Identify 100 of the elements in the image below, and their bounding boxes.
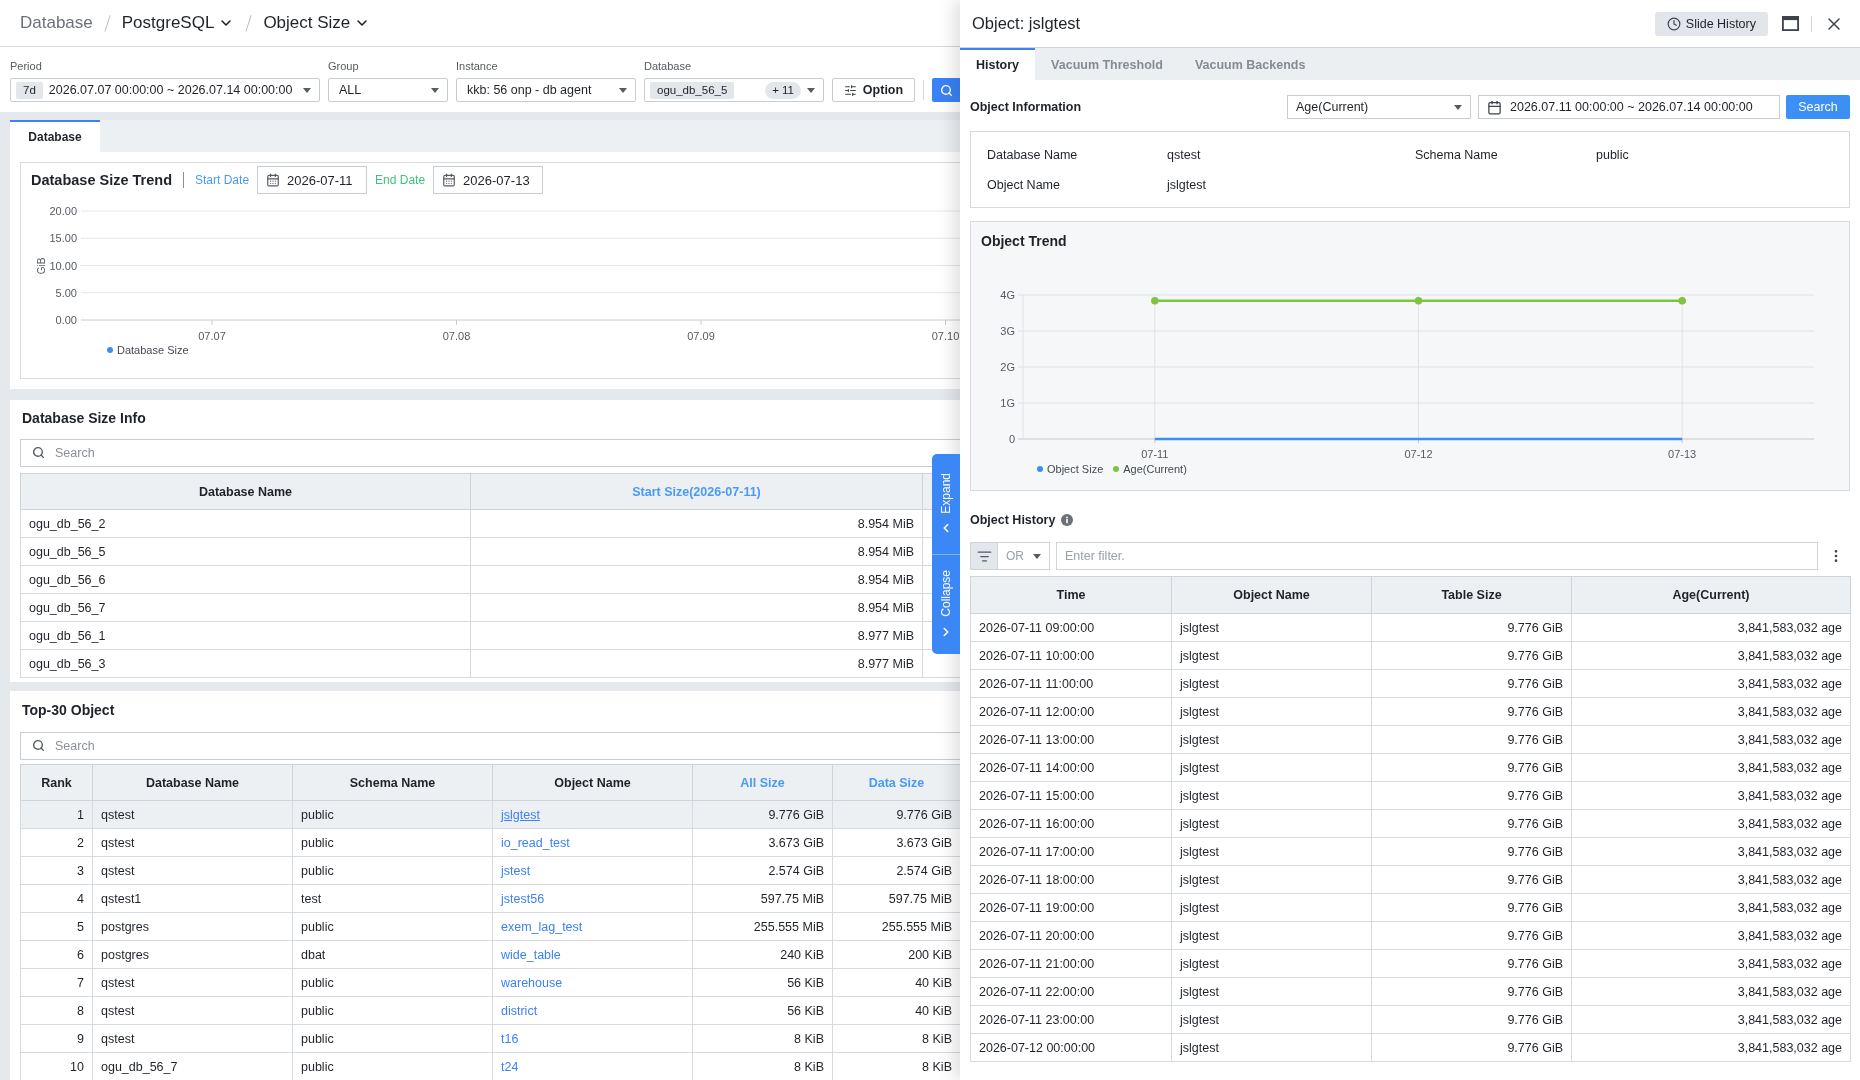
table-cell: 2026-07-11 09:00:00: [970, 613, 1172, 642]
search-field[interactable]: Search: [20, 439, 960, 467]
table-cell: 3,841,583,032 age: [1571, 641, 1851, 670]
date-field[interactable]: 2026-07-13: [433, 166, 544, 194]
panel-title: Object: jslgtest: [972, 14, 1081, 33]
table-row[interactable]: 1 qstest public jslgtest 9.776 GiB 9.776 GiB: [20, 800, 960, 829]
column-header[interactable]: Object Name: [1171, 576, 1372, 614]
date-field[interactable]: 2026-07-11: [257, 166, 368, 194]
object-link[interactable]: wide_table: [501, 947, 561, 962]
table-cell: 9.776 GiB: [1371, 893, 1572, 922]
table-cell: 4: [20, 884, 93, 913]
table-cell: qstest: [92, 828, 293, 857]
table-cell: 9.776 GiB: [1371, 669, 1572, 698]
table-cell: qstest: [92, 1024, 293, 1053]
object-link[interactable]: district: [501, 1003, 538, 1018]
table-cell: 3,841,583,032 age: [1571, 697, 1851, 726]
table-cell: jslgtest: [1171, 1005, 1372, 1034]
table-cell: 8: [20, 996, 93, 1025]
object-link[interactable]: t16: [501, 1031, 519, 1046]
table-cell: 9.776 GiB: [1371, 949, 1572, 978]
column-header[interactable]: Table Size: [1371, 576, 1572, 614]
table-cell: 255.555 MiB: [692, 912, 833, 941]
table-row[interactable]: 8 qstest public district 56 KiB 40 KiB: [20, 996, 960, 1025]
metric-select[interactable]: Age(Current): [1287, 95, 1471, 119]
breadcrumb-link[interactable]: Database: [20, 13, 93, 33]
table-cell: 2026-07-11 22:00:00: [970, 977, 1172, 1006]
calendar-icon: [1487, 99, 1502, 115]
slide-history-button[interactable]: Slide History: [1654, 11, 1768, 36]
object-link[interactable]: t24: [501, 1059, 519, 1074]
info-label: Object Name: [987, 177, 1060, 192]
option-button[interactable]: Option: [832, 78, 915, 102]
table-row[interactable]: 4 qstest1 test jstest56 597.75 MiB 597.75 MiB: [20, 884, 960, 913]
table-row[interactable]: 3 qstest public jstest 2.574 GiB 2.574 GiB: [20, 856, 960, 885]
table-cell: 10: [20, 1052, 93, 1080]
table-cell: 2026-07-11 23:00:00: [970, 1005, 1172, 1034]
dropdown-select[interactable]: ALL: [328, 78, 448, 102]
column-header[interactable]: Rank: [20, 764, 93, 801]
table-cell: 3,841,583,032 age: [1571, 1005, 1851, 1034]
column-header[interactable]: Age(Current): [1571, 576, 1851, 614]
table-cell: jslgtest: [1171, 697, 1372, 726]
table-cell: 8.977 MiB: [470, 621, 923, 650]
table-cell: 3,841,583,032 age: [1571, 781, 1851, 810]
axis-tick-label: 1G: [1000, 397, 1015, 409]
column-header[interactable]: Database Name: [20, 473, 471, 510]
table-cell: jslgtest: [1171, 725, 1372, 754]
table-row[interactable]: 6 postgres dbat wide_table 240 KiB 200 KiB: [20, 940, 960, 969]
maximize-icon[interactable]: [1782, 16, 1799, 31]
breadcrumb-menu[interactable]: PostgreSQL: [121, 13, 235, 33]
section-title: Top-30 Object: [21, 701, 115, 720]
axis-tick-label: 15.00: [49, 232, 77, 245]
object-link[interactable]: jstest: [501, 863, 531, 878]
breadcrumb-menu[interactable]: Object Size: [263, 13, 371, 33]
caret-icon: [619, 87, 627, 93]
filter-field[interactable]: Enter filter.: [1056, 542, 1818, 570]
period-badge: 7d: [16, 81, 43, 99]
tab[interactable]: Database: [10, 120, 100, 152]
table-cell: 2026-07-11 18:00:00: [970, 865, 1172, 894]
table-cell: 240 KiB: [692, 940, 833, 969]
column-header[interactable]: Database Name: [92, 764, 293, 801]
object-link[interactable]: io_read_test: [501, 835, 570, 850]
column-header[interactable]: Time: [970, 576, 1172, 614]
table-cell: 9.776 GiB: [1371, 1005, 1572, 1034]
date-range-field[interactable]: 2026.07.11 00:00:00 ~ 2026.07.14 00:00:00: [1478, 95, 1780, 119]
tab[interactable]: History: [960, 48, 1036, 80]
collapse-button[interactable]: Collapse: [932, 554, 960, 654]
table-row[interactable]: 2 qstest public io_read_test 3.673 GiB 3.673 GiB: [20, 828, 960, 857]
search-button[interactable]: [932, 78, 960, 102]
sliders-icon: [843, 83, 857, 97]
table-cell: qstest: [92, 996, 293, 1025]
table-row[interactable]: 10 ogu_db_56_7 public t24 8 KiB 8 KiB: [20, 1052, 960, 1080]
table-row[interactable]: 5 postgres public exem_lag_test 255.555 MiB 255.555 MiB: [20, 912, 960, 941]
search-field[interactable]: Search: [20, 732, 960, 760]
table-cell: 56 KiB: [692, 968, 833, 997]
selected-tag: ogu_db_56_5: [650, 81, 735, 99]
table-cell: postgres: [92, 912, 293, 941]
table-row[interactable]: 7 qstest public warehouse 56 KiB 40 KiB: [20, 968, 960, 997]
field-label: Group: [328, 59, 359, 73]
table-cell: jslgtest: [1171, 977, 1372, 1006]
table-cell: 8.954 MiB: [470, 537, 923, 566]
column-header[interactable]: Schema Name: [292, 764, 493, 801]
section-title: Object History: [970, 513, 1056, 527]
multi-select[interactable]: ogu_db_56_5 + 11: [644, 78, 824, 102]
period-picker[interactable]: 7d 2026.07.07 00:00:00 ~ 2026.07.14 00:00:00: [10, 78, 320, 102]
count-badge: + 11: [765, 81, 801, 99]
table-cell: 9: [20, 1024, 93, 1053]
table-cell: 3,841,583,032 age: [1571, 921, 1851, 950]
axis-title: GiB: [36, 257, 47, 275]
table-cell: 2026-07-11 14:00:00: [970, 753, 1172, 782]
axis-tick-label: 07-11: [1141, 448, 1169, 460]
dropdown-select[interactable]: kkb: 56 onp - db agent: [456, 78, 636, 102]
table-row[interactable]: 9 qstest public t16 8 KiB 8 KiB: [20, 1024, 960, 1053]
field-label: Database: [644, 59, 692, 73]
filter-button[interactable]: [970, 542, 998, 570]
expand-button[interactable]: Expand: [932, 454, 960, 554]
table-cell: public: [292, 828, 493, 857]
object-link[interactable]: warehouse: [501, 975, 563, 990]
table-cell: 9.776 GiB: [1371, 641, 1572, 670]
object-link[interactable]: jstest56: [501, 891, 545, 906]
legend-label: Object Size: [1047, 463, 1104, 475]
column-header[interactable]: Object Name: [492, 764, 693, 801]
